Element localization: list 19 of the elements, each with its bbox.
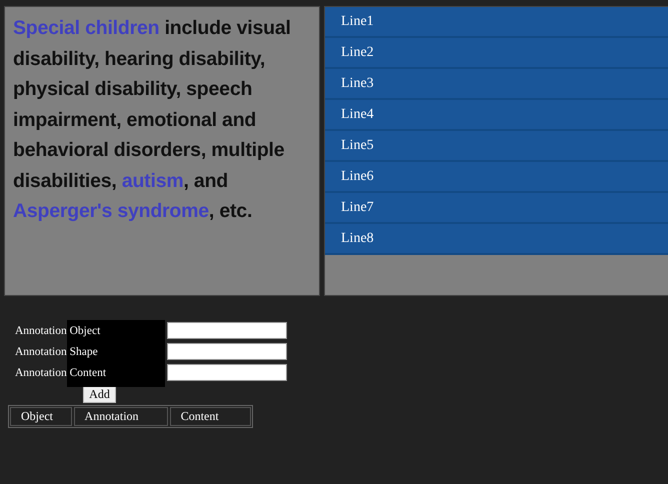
list-item[interactable]: Line1 [325, 7, 668, 38]
column-header: Object [10, 407, 72, 426]
list-item[interactable]: Line3 [325, 69, 668, 100]
list-item[interactable]: Line6 [325, 162, 668, 193]
paragraph: Special children include visual disability, hearing disability, physical disability, speech impairment, emotional and behavioral disorders, multiple disabilities, autism, and Asperger's syndrome, etc. [13, 16, 292, 224]
input-field[interactable] [167, 322, 287, 339]
list-item[interactable]: Line4 [325, 100, 668, 131]
field-label: Annotation Shape [14, 346, 99, 358]
column-header: Content [170, 407, 251, 426]
list-item[interactable]: Line8 [325, 224, 668, 255]
list-item[interactable]: Line7 [325, 193, 668, 224]
input-field[interactable] [167, 364, 287, 381]
list-item[interactable]: Line2 [325, 38, 668, 69]
input-field[interactable] [167, 343, 287, 360]
field-label: Annotation Object [14, 324, 102, 336]
field-label: Annotation Content [14, 366, 108, 378]
add-button[interactable]: Add [83, 386, 116, 403]
list-item[interactable]: Line5 [325, 131, 668, 162]
column-header: Annotation [74, 407, 168, 426]
